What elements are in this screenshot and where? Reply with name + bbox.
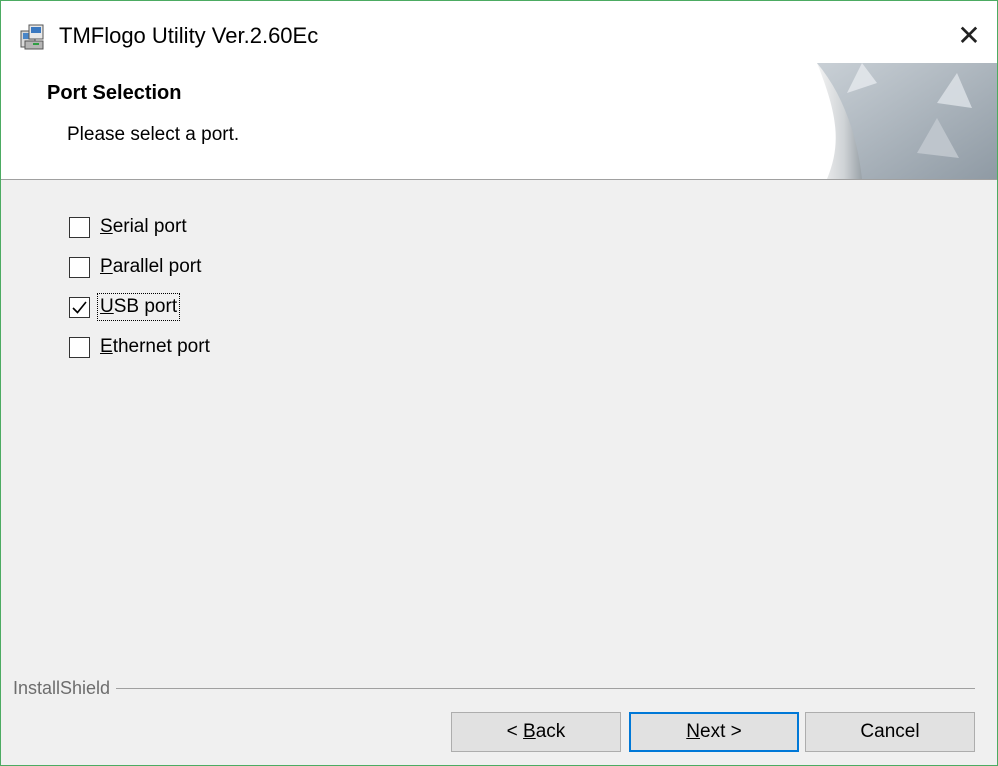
page-curl-graphic [787, 63, 997, 179]
installer-app-icon [19, 23, 47, 51]
usb-port-checkbox[interactable] [69, 296, 90, 318]
checkmark-icon [72, 300, 87, 314]
usb-port-label[interactable]: USB port [96, 293, 181, 321]
serial-port-checkbox[interactable] [69, 216, 90, 238]
parallel-port-checkbox[interactable] [69, 256, 90, 278]
branding-divider [13, 688, 975, 689]
close-button[interactable]: ✕ [941, 7, 997, 63]
ethernet-port-label[interactable]: Ethernet port [98, 334, 212, 360]
cancel-button[interactable]: Cancel [805, 712, 975, 752]
window-title: TMFlogo Utility Ver.2.60Ec [59, 23, 319, 48]
installer-dialog: TMFlogo Utility Ver.2.60Ec ✕ Port Select… [0, 0, 998, 766]
serial-port-label[interactable]: Serial port [98, 214, 189, 240]
wizard-header: Port Selection Please select a port. [1, 63, 997, 180]
ethernet-port-option[interactable]: Ethernet port [69, 332, 212, 362]
parallel-port-label[interactable]: Parallel port [98, 254, 203, 280]
close-icon: ✕ [957, 18, 981, 52]
title-bar[interactable]: TMFlogo Utility Ver.2.60Ec ✕ [1, 1, 997, 71]
page-subtitle: Please select a port. [67, 124, 240, 145]
ethernet-port-checkbox[interactable] [69, 336, 90, 358]
serial-port-option[interactable]: Serial port [69, 212, 189, 242]
parallel-port-option[interactable]: Parallel port [69, 252, 203, 282]
installshield-label: InstallShield [13, 676, 117, 700]
usb-port-option[interactable]: USB port [69, 292, 181, 322]
page-title: Port Selection [47, 82, 182, 104]
installshield-branding: InstallShield [1, 676, 997, 700]
port-selection-area: Serial port Parallel port USB port Ether… [1, 180, 997, 670]
next-button[interactable]: Next > [629, 712, 799, 752]
back-button[interactable]: < Back [451, 712, 621, 752]
